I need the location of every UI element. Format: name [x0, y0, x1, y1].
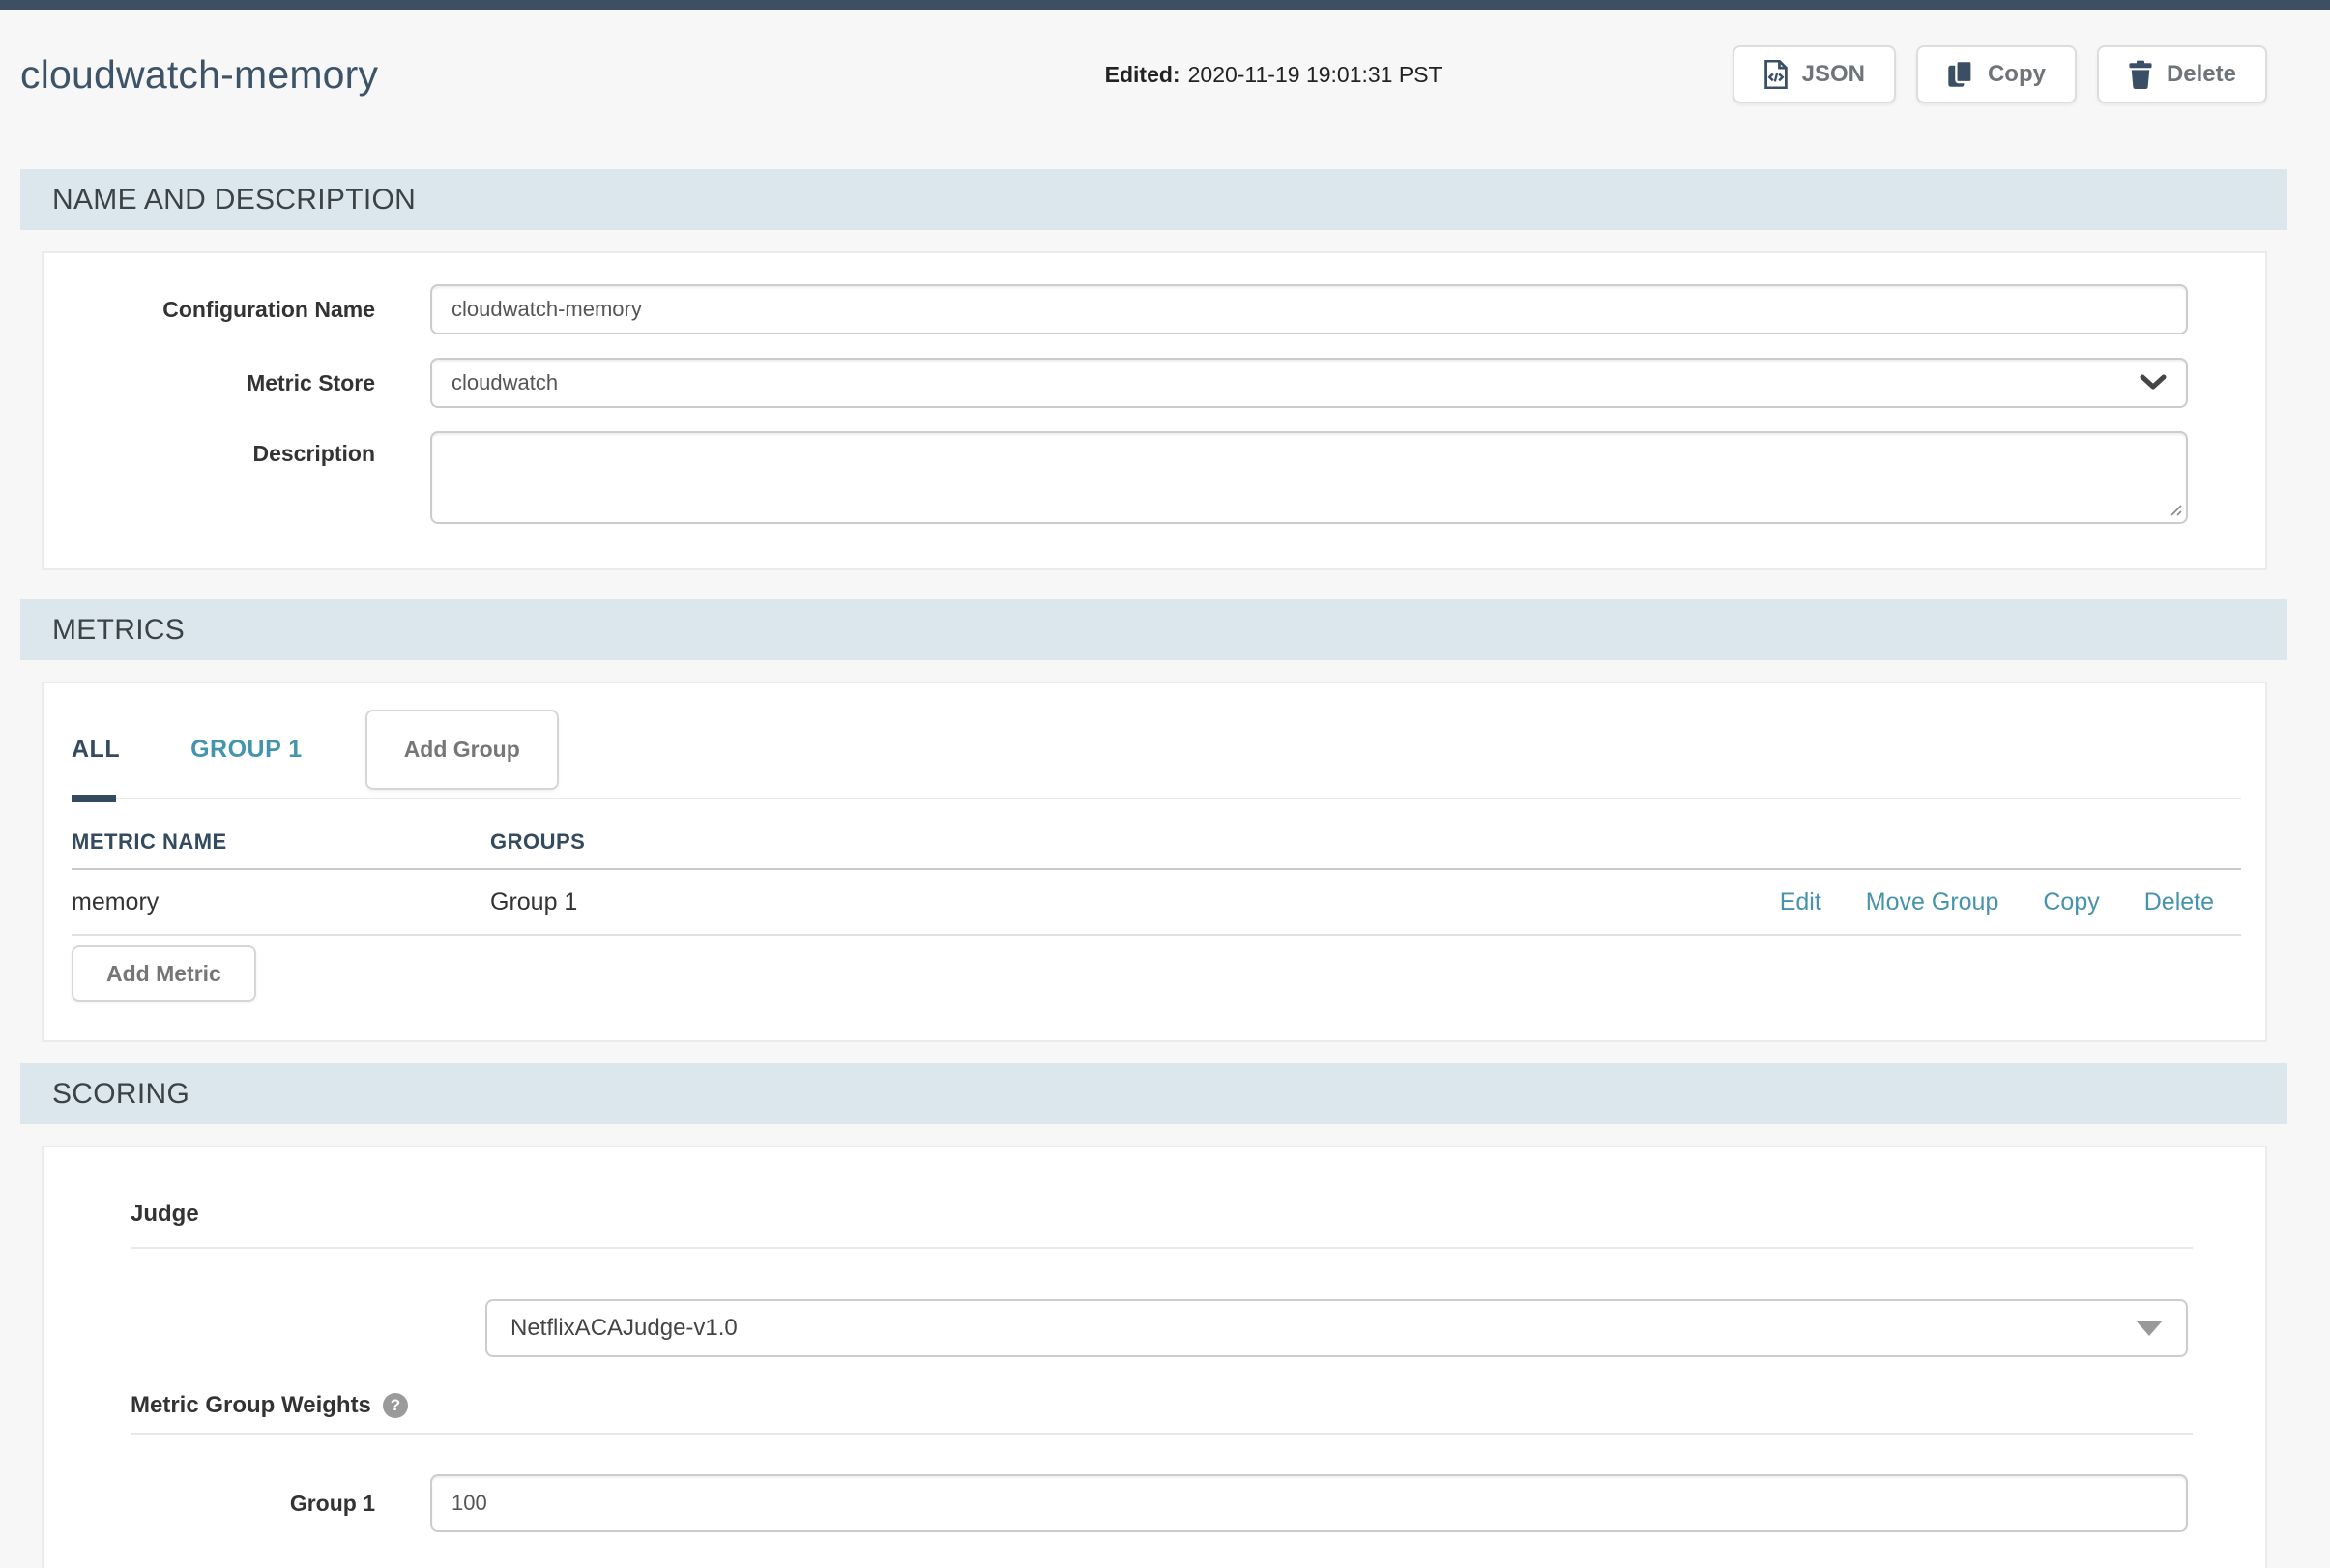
section-header-metrics: METRICS: [20, 599, 2287, 660]
trash-icon: [2128, 60, 2153, 89]
page-title: cloudwatch-memory: [20, 52, 1105, 98]
tab-all[interactable]: ALL: [72, 736, 120, 764]
section-header-scoring: SCORING: [20, 1063, 2287, 1124]
tab-group-1[interactable]: GROUP 1: [190, 736, 303, 764]
description-textarea-wrap: [430, 431, 2188, 524]
tab-underline: [72, 795, 2241, 802]
metric-group-weights-text: Metric Group Weights: [131, 1392, 371, 1419]
top-accent-bar: [0, 0, 2330, 10]
group-1-weight-input[interactable]: [430, 1474, 2188, 1532]
metric-store-row: Metric Store cloudwatch: [44, 358, 2265, 408]
judge-label: Judge: [131, 1201, 2265, 1228]
copy-button[interactable]: Copy: [1916, 45, 2077, 103]
resize-handle-icon[interactable]: [2168, 502, 2183, 517]
edited-label: Edited:: [1105, 62, 1180, 87]
metrics-card: ALL GROUP 1 Add Group METRIC NAME GROUPS…: [42, 682, 2267, 1042]
judge-select-row: NetflixACAJudge-v1.0: [485, 1299, 2188, 1357]
add-metric-button[interactable]: Add Metric: [72, 945, 256, 1002]
section-heading-text: SCORING: [52, 1078, 189, 1111]
metric-group-tabs: ALL GROUP 1 Add Group: [72, 710, 2241, 790]
metric-store-label: Metric Store: [44, 370, 430, 396]
metric-row-actions: Edit Move Group Copy Delete: [1780, 888, 2214, 916]
copy-button-label: Copy: [1988, 61, 2046, 88]
section-heading-text: NAME AND DESCRIPTION: [52, 184, 416, 217]
group-1-weight-row: Group 1: [44, 1474, 2265, 1532]
json-file-icon: [1763, 60, 1789, 89]
metric-groups-cell: Group 1: [490, 888, 1780, 916]
column-header-groups: GROUPS: [490, 829, 585, 855]
description-textarea[interactable]: [430, 431, 2188, 524]
metric-store-value: cloudwatch: [451, 370, 2140, 395]
name-description-card: Configuration Name Metric Store cloudwat…: [42, 251, 2267, 570]
judge-divider: [131, 1247, 2193, 1249]
help-icon[interactable]: ?: [383, 1393, 408, 1418]
description-label: Description: [44, 441, 430, 467]
section-header-name-description: NAME AND DESCRIPTION: [20, 169, 2287, 230]
metrics-table-header: METRIC NAME GROUPS: [72, 802, 2241, 870]
metric-move-group-link[interactable]: Move Group: [1866, 888, 1999, 916]
metric-store-select[interactable]: cloudwatch: [430, 358, 2188, 408]
edited-value: 2020-11-19 19:01:31 PST: [1188, 62, 1442, 87]
column-header-metric-name: METRIC NAME: [72, 829, 490, 855]
configuration-name-label: Configuration Name: [44, 297, 430, 323]
canary-config-page: cloudwatch-memory Edited: 2020-11-19 19:0…: [0, 0, 2330, 1568]
json-button-label: JSON: [1802, 61, 1865, 88]
configuration-name-row: Configuration Name: [44, 284, 2265, 334]
copy-icon: [1947, 60, 1974, 89]
metric-group-weights-label: Metric Group Weights ?: [131, 1392, 2265, 1419]
section-heading-text: METRICS: [52, 614, 185, 647]
tab-rule-line: [72, 798, 2241, 799]
delete-button-label: Delete: [2167, 61, 2236, 88]
weights-divider: [131, 1433, 2193, 1435]
json-button[interactable]: JSON: [1733, 45, 1896, 103]
metric-name-cell: memory: [72, 888, 490, 916]
caret-down-icon: [2136, 1321, 2163, 1336]
configuration-name-input[interactable]: [430, 284, 2188, 334]
group-1-weight-label: Group 1: [44, 1491, 430, 1517]
edited-timestamp: Edited: 2020-11-19 19:01:31 PST: [1105, 62, 1442, 88]
scoring-card: Judge NetflixACAJudge-v1.0 Metric Group …: [42, 1146, 2267, 1568]
delete-button[interactable]: Delete: [2097, 45, 2267, 103]
metric-copy-link[interactable]: Copy: [2043, 888, 2099, 916]
metric-edit-link[interactable]: Edit: [1780, 888, 1821, 916]
chevron-down-icon: [2140, 374, 2167, 392]
header-actions: JSON Copy Delete: [1733, 45, 2267, 103]
judge-select-value: NetflixACAJudge-v1.0: [510, 1315, 2136, 1342]
active-tab-indicator: [72, 795, 116, 802]
metric-row-memory: memory Group 1 Edit Move Group Copy Dele…: [72, 870, 2241, 936]
add-group-button[interactable]: Add Group: [365, 710, 559, 790]
judge-select[interactable]: NetflixACAJudge-v1.0: [485, 1299, 2188, 1357]
description-row: Description: [44, 431, 2265, 524]
page-header: cloudwatch-memory Edited: 2020-11-19 19:0…: [0, 10, 2330, 126]
metric-delete-link[interactable]: Delete: [2144, 888, 2214, 916]
